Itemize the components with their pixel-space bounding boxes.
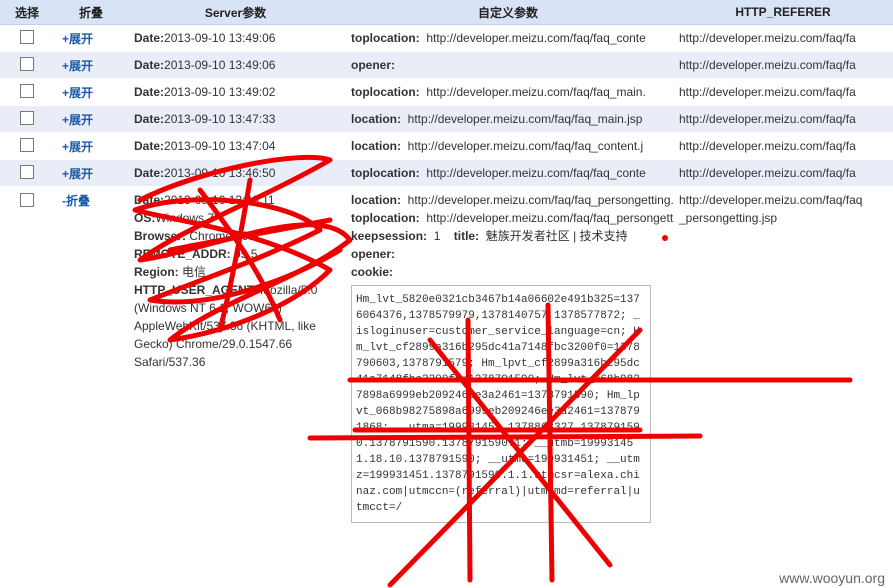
cookie-value: Hm_lvt_5820e0321cb3467b14a06602e491b325=… (351, 285, 651, 523)
expand-toggle[interactable]: +展开 (62, 84, 93, 101)
referer-value: http://developer.meizu.com/faq/fa (679, 31, 856, 45)
ip-label: REMOTE_ADDR: (134, 247, 231, 261)
toplocation-label: toplocation: (351, 211, 420, 225)
os-label: OS: (134, 211, 156, 225)
custom-value: http://developer.meizu.com/faq/faq_main.… (407, 112, 643, 126)
col-referer-header: HTTP_REFERER (673, 0, 893, 25)
date-label: Date: (134, 58, 165, 72)
table-row: +展开 Date:2013-09-10 13:47:33 location: h… (0, 105, 893, 133)
region-label: Region: (134, 265, 179, 279)
referer-value: http://developer.meizu.com/faq/fa (679, 58, 856, 72)
referer-value: http://developer.meizu.com/faq/fa (679, 139, 856, 153)
row-checkbox[interactable] (20, 29, 34, 44)
keepsession-value: 1 (433, 229, 441, 243)
col-select-header: 选择 (0, 0, 54, 25)
table-row: +展开 Date:2013-09-10 13:46:50 toplocation… (0, 159, 893, 187)
custom-value: http://developer.meizu.com/faq/faq_main. (426, 85, 646, 99)
custom-key: toplocation: (351, 166, 420, 180)
cookie-label: cookie: (351, 265, 394, 279)
ua-label: HTTP_USER_AGENT: (134, 283, 257, 297)
custom-key: toplocation: (351, 85, 420, 99)
expand-toggle[interactable]: +展开 (62, 57, 93, 74)
date-label: Date: (134, 85, 165, 99)
location-label: location: (351, 193, 401, 207)
ip-value: 05.5 (234, 247, 258, 261)
browser-label: Browser: (134, 229, 187, 243)
col-custom-header: 自定义参数 (343, 0, 673, 25)
date-value: 2013-09-10 13:46:11 (164, 193, 275, 207)
toplocation-value: http://developer.meizu.com/faq/faq_perso… (426, 211, 673, 225)
referer-value: http://developer.meizu.com/faq/fa (679, 85, 856, 99)
row-checkbox[interactable] (20, 110, 34, 125)
browser-value: Chrome 29.0 (189, 229, 259, 243)
row-checkbox[interactable] (20, 83, 34, 98)
os-value: Windows 7 (155, 211, 215, 225)
row-checkbox[interactable] (20, 137, 34, 152)
custom-key: location: (351, 112, 401, 126)
date-label: Date: (134, 112, 165, 126)
custom-value: http://developer.meizu.com/faq/faq_conte (426, 166, 646, 180)
title-value: 魅族开发者社区 | 技术支持 (485, 229, 628, 243)
referer-value: http://developer.meizu.com/faq/faq_perso… (679, 193, 863, 225)
expand-toggle[interactable]: +展开 (62, 165, 93, 182)
table-row: +展开 Date:2013-09-10 13:49:06 opener: htt… (0, 51, 893, 79)
date-value: 2013-09-10 13:49:06 (164, 31, 276, 45)
custom-value: http://developer.meizu.com/faq/faq_conte… (407, 139, 644, 153)
location-value: http://developer.meizu.com/faq/faq_perso… (407, 193, 673, 207)
row-checkbox[interactable] (20, 164, 34, 179)
server-details: Date:2013-09-10 13:46:11 OS:Windows 7 Br… (134, 191, 343, 371)
table-header-row: 选择 折叠 Server参数 自定义参数 HTTP_REFERER (0, 0, 893, 25)
log-table: 选择 折叠 Server参数 自定义参数 HTTP_REFERER +展开 Da… (0, 0, 893, 523)
collapse-toggle[interactable]: -折叠 (62, 192, 90, 209)
expand-toggle[interactable]: +展开 (62, 111, 93, 128)
referer-value: http://developer.meizu.com/faq/fa (679, 166, 856, 180)
custom-key: toplocation: (351, 31, 420, 45)
table-row: +展开 Date:2013-09-10 13:49:06 toplocation… (0, 24, 893, 52)
date-label: Date: (134, 139, 165, 153)
date-label: Date: (134, 166, 165, 180)
custom-details: location: http://developer.meizu.com/faq… (351, 191, 673, 523)
watermark: www.wooyun.org (779, 570, 885, 586)
date-value: 2013-09-10 13:46:50 (164, 166, 276, 180)
date-label: Date: (134, 193, 165, 207)
custom-value: http://developer.meizu.com/faq/faq_conte (426, 31, 646, 45)
region-value: 电信 (182, 265, 207, 279)
date-value: 2013-09-10 13:49:02 (164, 85, 276, 99)
row-checkbox[interactable] (20, 56, 34, 71)
referer-value: http://developer.meizu.com/faq/fa (679, 112, 856, 126)
date-label: Date: (134, 31, 165, 45)
col-fold-header: 折叠 (54, 0, 128, 25)
table-row: +展开 Date:2013-09-10 13:47:04 location: h… (0, 132, 893, 160)
expanded-row: -折叠 Date:2013-09-10 13:46:11 OS:Windows … (0, 187, 893, 523)
row-checkbox[interactable] (20, 193, 34, 207)
table-row: +展开 Date:2013-09-10 13:49:02 toplocation… (0, 78, 893, 106)
expand-toggle[interactable]: +展开 (62, 138, 93, 155)
opener-label: opener: (351, 247, 396, 261)
date-value: 2013-09-10 13:47:04 (164, 139, 276, 153)
expand-toggle[interactable]: +展开 (62, 30, 93, 47)
col-server-header: Server参数 (128, 0, 343, 25)
custom-key: opener: (351, 58, 396, 72)
date-value: 2013-09-10 13:47:33 (164, 112, 276, 126)
date-value: 2013-09-10 13:49:06 (164, 58, 276, 72)
title-label: title: (453, 229, 480, 243)
keepsession-label: keepsession: (351, 229, 428, 243)
custom-key: location: (351, 139, 401, 153)
